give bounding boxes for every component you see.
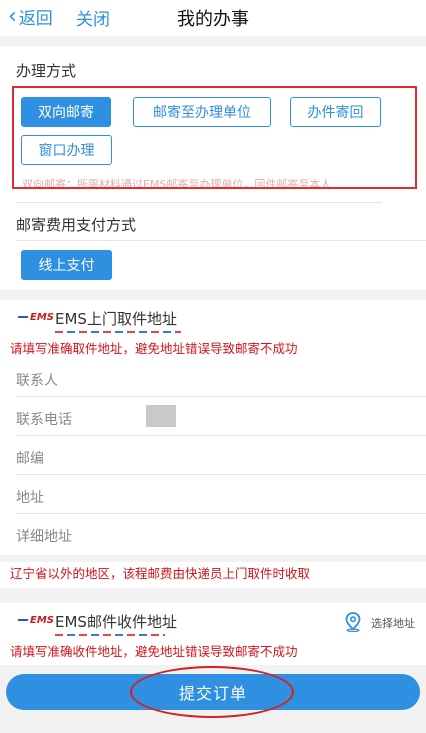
divider (16, 396, 426, 397)
handling-label: 办理方式 (16, 62, 77, 80)
receive-title: EMS邮件收件地址 (55, 613, 177, 631)
page-title: 我的办事 (177, 9, 249, 30)
payment-section: 邮寄费用支付方式 线上支付 (0, 202, 426, 290)
top-bar: ‹ 返回 关闭 我的办事 (0, 0, 426, 36)
payment-label: 邮寄费用支付方式 (16, 216, 137, 234)
divider (16, 513, 426, 514)
postcode-field[interactable]: 邮编 (16, 448, 44, 468)
pickup-title: EMS上门取件地址 (55, 310, 177, 328)
airmail-stripe (55, 331, 181, 333)
option-online-pay[interactable]: 线上支付 (21, 250, 112, 280)
divider (16, 435, 426, 436)
contact-name-field[interactable]: 联系人 (16, 370, 58, 390)
select-address-link[interactable]: 选择地址 (371, 615, 415, 631)
annotation-circle (130, 666, 294, 718)
contact-phone-field[interactable]: 联系电话 (16, 409, 72, 429)
detail-address-field[interactable]: 详细地址 (16, 526, 72, 546)
region-notice: 辽宁省以外的地区，该程邮费由快递员上门取件时收取 (0, 562, 426, 588)
pickup-header: EMS EMS上门取件地址 (0, 300, 426, 338)
airmail-stripe (55, 634, 165, 636)
divider (16, 474, 426, 475)
pickup-warning: 请填写准确取件地址，避免地址错误导致邮寄不成功 (0, 338, 426, 362)
divider (16, 202, 382, 203)
redacted-phone (146, 405, 176, 427)
divider (16, 240, 426, 241)
receive-header: EMS EMS邮件收件地址 (0, 603, 426, 641)
pickup-form: 联系人 联系电话 邮编 地址 详细地址 (0, 362, 426, 555)
ems-logo: EMS (17, 312, 54, 323)
location-pin-icon[interactable] (344, 612, 362, 632)
address-field[interactable]: 地址 (16, 487, 44, 507)
receive-warning: 请填写准确收件地址，避免地址错误导致邮寄不成功 (0, 641, 426, 665)
ems-logo: EMS (17, 615, 54, 626)
annotation-box (12, 86, 417, 189)
